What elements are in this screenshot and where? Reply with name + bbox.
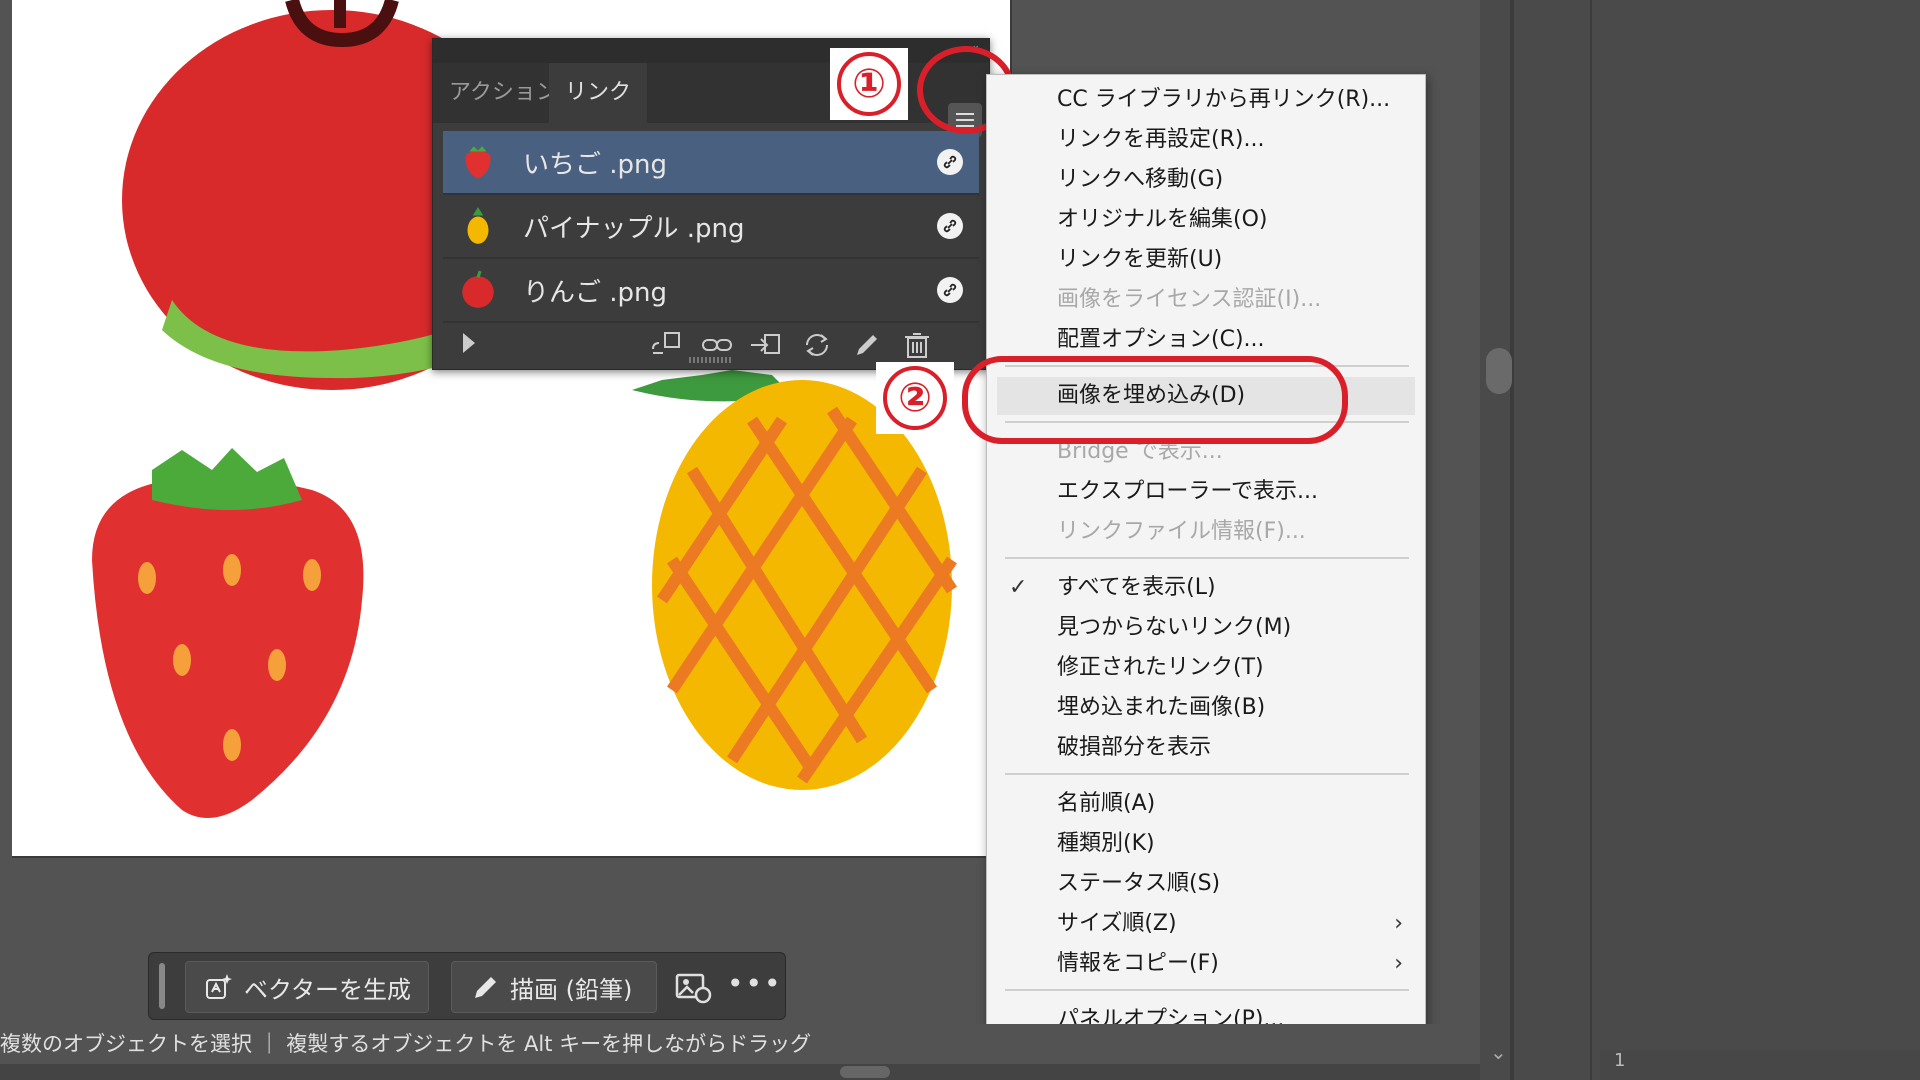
menu-item-sort-by-name[interactable]: 名前順(A) (987, 785, 1425, 823)
button-label: ベクターを生成 (244, 975, 412, 1004)
dock-divider (1510, 0, 1514, 1080)
apple-thumbnail (462, 270, 494, 308)
menu-item-relink-cc-library[interactable]: CC ライブラリから再リンク(R)... (987, 81, 1425, 119)
pencil-icon (475, 977, 496, 998)
contextual-task-bar: ベクターを生成 描画 (鉛筆) ••• (148, 952, 786, 1020)
update-link-icon[interactable] (799, 329, 835, 361)
panel-resize-grip[interactable] (689, 357, 733, 363)
chevron-down-icon[interactable]: ⌄ (1490, 1040, 1507, 1064)
menu-item-license-image: 画像をライセンス認証(I)... (1057, 287, 1322, 312)
step-number: ① (837, 52, 901, 116)
chevron-right-icon: › (1394, 951, 1403, 976)
menu-item-embedded-images[interactable]: 埋め込まれた画像(B) (987, 689, 1425, 727)
annotation-ring-embed-image (962, 356, 1348, 444)
horizontal-scrollbar[interactable] (0, 1064, 1480, 1080)
expand-triangle-icon[interactable] (463, 333, 475, 353)
generative-sparkle-icon (206, 974, 232, 999)
draw-pencil-button[interactable]: 描画 (鉛筆) (451, 961, 657, 1013)
link-row-strawberry[interactable]: いちご .png (443, 131, 979, 195)
chevron-right-icon: › (1394, 911, 1403, 936)
image-options-icon[interactable] (673, 965, 713, 1007)
menu-separator (1005, 557, 1409, 559)
link-row-apple[interactable]: りんご .png (443, 259, 979, 323)
menu-item-placement-options[interactable]: 配置オプション(C)... (987, 321, 1425, 359)
link-name: りんご .png (523, 277, 668, 308)
menu-item-label: 情報をコピー(F) (1057, 951, 1219, 976)
menu-item-modified-links[interactable]: 修正されたリンク(T) (987, 649, 1425, 687)
relink-cc-library-icon[interactable] (649, 329, 685, 361)
right-dock (1480, 0, 1920, 1080)
dock-divider (1590, 0, 1592, 1080)
link-icon (937, 213, 963, 239)
bottom-strip: 1 (1600, 1050, 1920, 1080)
menu-separator (1005, 989, 1409, 991)
menu-item-missing-links[interactable]: 見つからないリンク(M) (987, 609, 1425, 647)
menu-item-sort-by-size[interactable]: サイズ順(Z) › (987, 905, 1425, 943)
step-number: ② (883, 366, 947, 430)
scrollbar-thumb[interactable] (840, 1066, 890, 1078)
link-icon (937, 149, 963, 175)
link-icon (937, 277, 963, 303)
link-name: パイナップル .png (523, 213, 745, 244)
check-icon: ✓ (1009, 575, 1028, 600)
menu-item-copy-info[interactable]: 情報をコピー(F) › (987, 945, 1425, 983)
toolbar-drag-handle[interactable] (159, 963, 165, 1009)
menu-item-label: すべてを表示(L) (1057, 575, 1216, 600)
trash-icon[interactable] (899, 329, 935, 361)
go-to-link-icon[interactable] (749, 329, 785, 361)
menu-item-go-to-link[interactable]: リンクへ移動(G) (987, 161, 1425, 199)
link-row-pineapple[interactable]: パイナップル .png (443, 195, 979, 259)
edit-original-pencil-icon[interactable] (849, 329, 885, 361)
menu-item-relink[interactable]: リンクを再設定(R)... (987, 121, 1425, 159)
menu-item-label: サイズ順(Z) (1057, 911, 1177, 936)
menu-item-show-broken[interactable]: 破損部分を表示 (987, 729, 1425, 767)
link-list: いちご .png パイナップル .png りんご .png (443, 131, 979, 323)
callout-step-2: ② (876, 362, 954, 434)
menu-item-update-link[interactable]: リンクを更新(U) (987, 241, 1425, 279)
strawberry-illustration (92, 448, 364, 818)
menu-item-link-file-info: リンクファイル情報(F)... (1057, 519, 1306, 544)
menu-item-sort-by-kind[interactable]: 種類別(K) (987, 825, 1425, 863)
menu-separator (1005, 773, 1409, 775)
menu-item-show-in-explorer[interactable]: エクスプローラーで表示... (987, 473, 1425, 511)
status-bar: 複数のオブジェクトを選択 ｜ 複製するオブジェクトを Alt キーを押しながらド… (0, 1024, 1480, 1064)
strawberry-thumbnail (465, 146, 491, 179)
menu-item-show-all[interactable]: ✓ すべてを表示(L) (987, 569, 1425, 607)
more-options-button[interactable]: ••• (727, 967, 783, 1000)
link-name: いちご .png (523, 149, 668, 180)
callout-step-1: ① (830, 48, 908, 120)
generate-vector-button[interactable]: ベクターを生成 (185, 961, 429, 1013)
panel-context-menu: CC ライブラリから再リンク(R)... リンクを再設定(R)... リンクへ移… (986, 74, 1426, 1042)
status-text: 複数のオブジェクトを選択 ｜ 複製するオブジェクトを Alt キーを押しながらド… (0, 1032, 812, 1056)
tab-links[interactable]: リンク (549, 63, 648, 123)
pineapple-thumbnail (467, 207, 489, 244)
button-label: 描画 (鉛筆) (510, 975, 633, 1004)
dock-scroll-thumb[interactable] (1486, 348, 1512, 394)
page-number: 1 (1614, 1050, 1626, 1071)
menu-item-edit-original[interactable]: オリジナルを編集(O) (987, 201, 1425, 239)
menu-item-sort-by-status[interactable]: ステータス順(S) (987, 865, 1425, 903)
